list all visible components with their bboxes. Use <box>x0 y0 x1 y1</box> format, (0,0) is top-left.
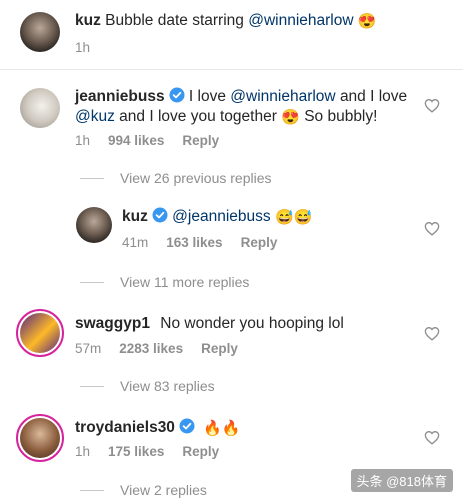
avatar[interactable] <box>20 12 60 52</box>
comment-text: So bubbly! <box>304 108 378 125</box>
verified-badge-icon <box>169 87 185 103</box>
caption-text: kuz Bubble date starring @winnieharlow 😍 <box>75 10 377 32</box>
view-replies-link[interactable]: View 2 replies <box>80 482 207 498</box>
avatar[interactable] <box>16 414 64 462</box>
comment-line: swaggyp1 No wonder you hooping lol <box>75 313 344 335</box>
view-replies-label: View 83 replies <box>120 378 215 394</box>
verified-badge-icon <box>179 418 195 434</box>
timestamp: 57m <box>75 341 102 356</box>
comment-username[interactable]: swaggyp1 <box>75 315 150 332</box>
fire-emoji: 🔥🔥 <box>203 420 241 437</box>
comment-text: No wonder you hooping lol <box>160 315 344 332</box>
smiling-heart-eyes-emoji: 😍 <box>357 13 377 30</box>
comment-meta: 1h 994 likes Reply <box>75 133 219 148</box>
comment-line: @kuz and I love you together 😍 So bubbly… <box>75 106 377 128</box>
comment-text: I love <box>188 88 226 105</box>
comment-text: and I love you together <box>119 108 277 125</box>
comment-username[interactable]: troydaniels30 <box>75 419 175 436</box>
comment-mention[interactable]: @winnieharlow <box>230 88 335 105</box>
avatar-image <box>20 313 60 353</box>
comment-mention[interactable]: @jeanniebuss <box>172 208 270 225</box>
avatar[interactable] <box>76 207 112 243</box>
reply-button[interactable]: Reply <box>241 235 278 250</box>
smiling-heart-eyes-emoji: 😍 <box>281 109 300 126</box>
comment-meta: 1h 175 likes Reply <box>75 444 219 459</box>
timestamp: 41m <box>122 235 149 250</box>
comment-username[interactable]: kuz <box>122 208 148 225</box>
view-replies-label: View 26 previous replies <box>120 170 272 186</box>
heart-icon[interactable] <box>424 430 440 445</box>
caption-username[interactable]: kuz <box>75 12 101 29</box>
caption-body: Bubble date starring <box>105 12 244 29</box>
view-replies-link[interactable]: View 83 replies <box>80 378 215 394</box>
caption: kuz Bubble date starring @winnieharlow 😍… <box>0 0 463 70</box>
reply-button[interactable]: Reply <box>182 133 219 148</box>
likes-count[interactable]: 994 likes <box>108 133 164 148</box>
comment-meta: 57m 2283 likes Reply <box>75 341 238 356</box>
heart-icon[interactable] <box>424 221 440 236</box>
watermark: 头条 @818体育 <box>350 469 453 492</box>
heart-icon[interactable] <box>424 98 440 113</box>
avatar-image <box>20 418 60 458</box>
avatar[interactable] <box>16 309 64 357</box>
timestamp: 1h <box>75 40 91 55</box>
comment-line: troydaniels30 🔥🔥 <box>75 417 241 439</box>
view-replies-link[interactable]: View 26 previous replies <box>80 170 272 186</box>
comment-mention[interactable]: @kuz <box>75 108 115 125</box>
sweat-smile-emoji: 😅😅 <box>274 209 313 226</box>
timestamp: 1h <box>75 444 91 459</box>
caption-time: 1h <box>75 40 90 55</box>
comment-username[interactable]: jeanniebuss <box>75 88 165 105</box>
likes-count[interactable]: 163 likes <box>166 235 222 250</box>
likes-count[interactable]: 2283 likes <box>119 341 183 356</box>
timestamp: 1h <box>75 133 91 148</box>
view-replies-label: View 2 replies <box>120 482 207 498</box>
reply-button[interactable]: Reply <box>182 444 219 459</box>
view-replies-link[interactable]: View 11 more replies <box>80 274 249 290</box>
avatar[interactable] <box>20 88 60 128</box>
comment-text: and I love <box>339 88 408 105</box>
heart-icon[interactable] <box>424 326 440 341</box>
caption-mention[interactable]: @winnieharlow <box>248 12 353 29</box>
comment-line: kuz @jeanniebuss 😅😅 <box>122 206 312 228</box>
verified-badge-icon <box>152 207 168 223</box>
likes-count[interactable]: 175 likes <box>108 444 164 459</box>
view-replies-label: View 11 more replies <box>120 274 250 290</box>
comment-meta: 41m 163 likes Reply <box>122 235 277 250</box>
reply-button[interactable]: Reply <box>201 341 238 356</box>
comment-line: jeanniebuss I love @winnieharlow and I l… <box>75 86 407 108</box>
